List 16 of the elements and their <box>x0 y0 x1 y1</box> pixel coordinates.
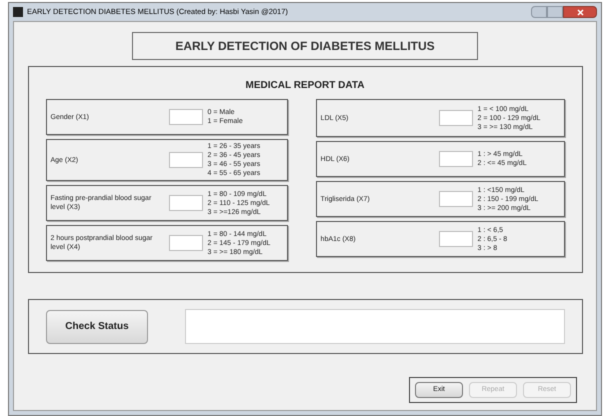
input-field[interactable] <box>438 110 473 126</box>
check-status-button[interactable]: Check Status <box>46 310 148 344</box>
section-title: MEDICAL REPORT DATA <box>246 79 364 93</box>
close-button[interactable] <box>563 6 597 18</box>
input-field[interactable] <box>168 152 202 168</box>
input-field[interactable] <box>438 151 473 167</box>
close-icon <box>576 8 584 16</box>
app-icon <box>13 7 23 17</box>
input-field[interactable] <box>438 231 473 247</box>
input-field[interactable] <box>168 195 202 211</box>
input-field[interactable] <box>438 191 473 207</box>
input-field[interactable] <box>168 235 202 251</box>
maximize-button[interactable] <box>547 6 563 18</box>
input-field[interactable] <box>168 109 202 125</box>
minimize-button[interactable] <box>531 6 547 18</box>
app-heading: EARLY DETECTION OF DIABETES MELLITUS <box>175 38 435 55</box>
